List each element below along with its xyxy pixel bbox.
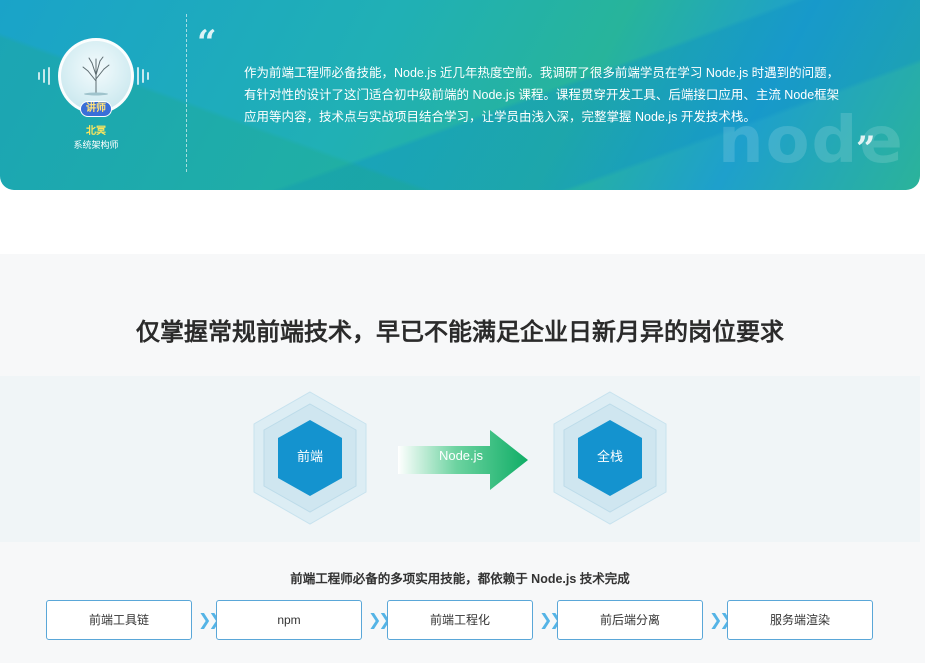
teacher-title: 系统架构师 (73, 140, 119, 150)
skill-box-npm: npm (216, 600, 362, 640)
sound-wave-icon (137, 66, 149, 86)
arrow-label: Node.js (438, 448, 484, 463)
hexagon-label-fullstack: 全栈 (596, 449, 623, 464)
skills-caption: 前端工程师必备的多项实用技能，都依赖于 Node.js 技术完成 (290, 572, 630, 586)
quote-open-icon: “ (197, 23, 217, 63)
teacher-name: 北冥 (86, 126, 106, 137)
skill-box-toolchain: 前端工具链 (46, 600, 192, 640)
instructor-badge: 讲师 (80, 101, 112, 117)
skill-box-separation: 前后端分离 (557, 600, 703, 640)
hexagon-fullstack: 全栈 (550, 390, 670, 526)
vertical-divider (186, 14, 187, 172)
instructor-banner: 讲师 北冥 系统架构师 “ node 作为前端工程师必备技能，Node.js 近… (0, 0, 920, 190)
double-chevron-right-icon: ❯❯ (368, 612, 392, 629)
frontend-to-fullstack-diagram: 前端 Node.js 全栈 (0, 376, 920, 542)
instructor-profile: 讲师 北冥 系统架构师 (36, 38, 156, 150)
skill-box-engineering: 前端工程化 (387, 600, 533, 640)
requirements-section: 仅掌握常规前端技术，早已不能满足企业日新月异的岗位要求 前端 Node.js 全… (0, 254, 925, 663)
course-intro-text: 作为前端工程师必备技能，Node.js 近几年热度空前。我调研了很多前端学员在学… (244, 66, 840, 124)
arrow-nodejs: Node.js (398, 428, 530, 492)
sound-wave-icon (38, 66, 50, 86)
section-title: 仅掌握常规前端技术，早已不能满足企业日新月异的岗位要求 (136, 319, 784, 346)
hexagon-label-frontend: 前端 (296, 449, 323, 464)
hexagon-frontend: 前端 (250, 390, 370, 526)
skill-box-ssr: 服务端渲染 (727, 600, 873, 640)
quote-close-icon: ” (856, 129, 876, 169)
